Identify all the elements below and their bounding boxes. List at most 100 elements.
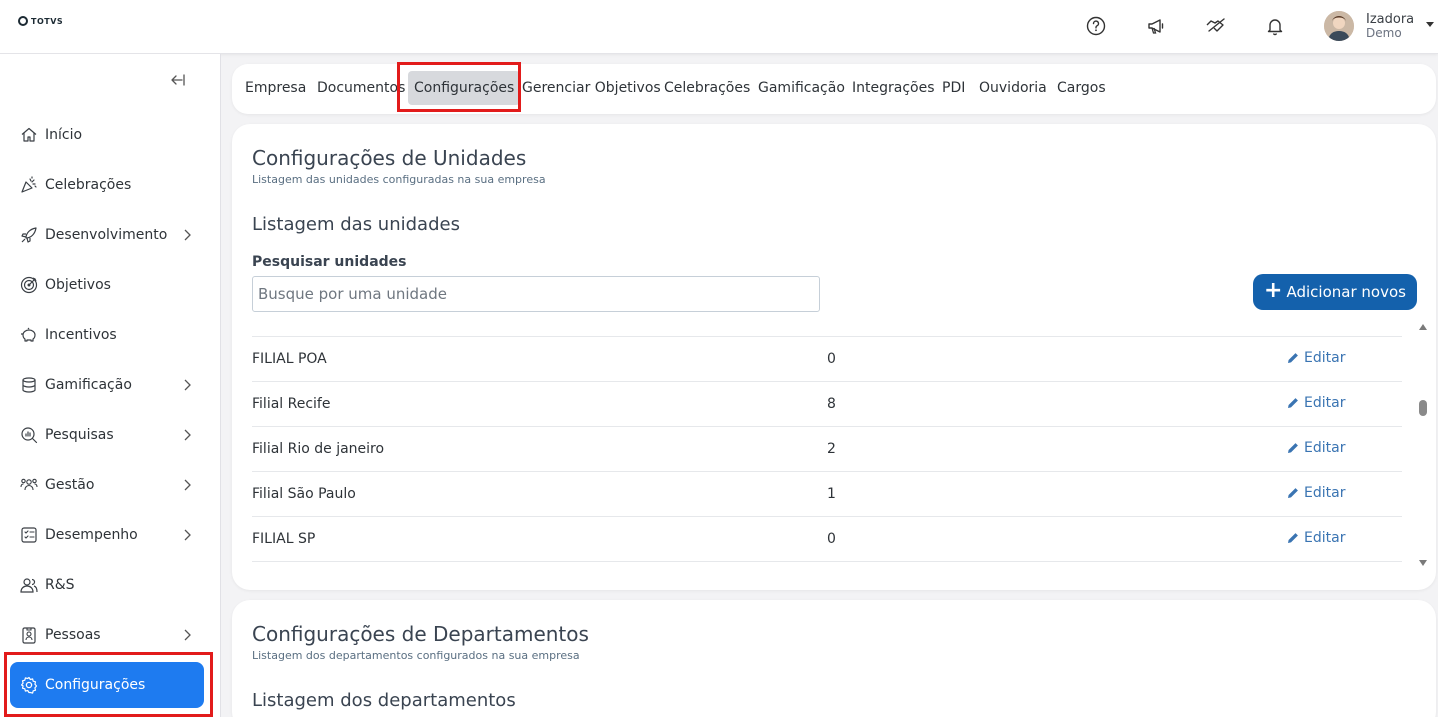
chevron-right-icon — [184, 429, 191, 441]
edit-label: Editar — [1304, 350, 1346, 366]
plus-icon: + — [1264, 278, 1283, 303]
units-table: FILIAL POA 0 Editar Filial Recife 8 Edit… — [252, 336, 1402, 562]
table-row: Filial Recife 8 Editar — [252, 382, 1402, 427]
checklist-icon — [20, 526, 38, 544]
search-chart-icon — [20, 426, 38, 444]
sidebar-item-label: Configurações — [45, 677, 146, 693]
edit-link[interactable]: Editar — [1286, 350, 1345, 366]
edit-label: Editar — [1304, 530, 1346, 546]
totvs-logo[interactable]: TOTVS — [18, 16, 63, 26]
sidebar-item-incentivos[interactable]: Incentivos — [10, 312, 204, 358]
tab-celebracoes[interactable]: Celebrações — [664, 71, 750, 105]
tab-configuracoes[interactable]: Configurações — [408, 71, 521, 105]
edit-link[interactable]: Editar — [1286, 485, 1345, 501]
edit-link[interactable]: Editar — [1286, 395, 1345, 411]
tab-empresa[interactable]: Empresa — [245, 71, 306, 105]
edit-link[interactable]: Editar — [1286, 440, 1345, 456]
unit-count: 2 — [827, 441, 836, 457]
user-role: Demo — [1366, 26, 1402, 40]
tab-gamificacao[interactable]: Gamificação — [758, 71, 845, 105]
sidebar-item-configuracoes[interactable]: Configurações — [10, 662, 204, 708]
table-scrollbar[interactable] — [1417, 324, 1429, 570]
units-card: Configurações de Unidades Listagem das u… — [232, 124, 1436, 590]
edit-label: Editar — [1304, 440, 1346, 456]
sidebar-item-objetivos[interactable]: Objetivos — [10, 262, 204, 308]
departments-card: Configurações de Departamentos Listagem … — [232, 600, 1436, 717]
sidebar-item-label: R&S — [45, 577, 75, 593]
user-menu[interactable]: Izadora Demo — [1324, 9, 1438, 43]
gear-icon — [20, 676, 38, 694]
unit-name: Filial Rio de janeiro — [252, 441, 385, 457]
scroll-down-icon[interactable] — [1419, 560, 1427, 566]
sidebar-item-rs[interactable]: R&S — [10, 562, 204, 608]
table-row: FILIAL POA 0 Editar — [252, 337, 1402, 382]
search-input[interactable] — [252, 276, 820, 312]
badge-icon — [20, 626, 38, 644]
user-name: Izadora — [1366, 12, 1415, 27]
sidebar-item-gestao[interactable]: Gestão — [10, 462, 204, 508]
tab-ouvidoria[interactable]: Ouvidoria — [979, 71, 1047, 105]
edit-link[interactable]: Editar — [1286, 530, 1345, 546]
logo-mark-icon — [18, 16, 28, 26]
megaphone-icon[interactable] — [1141, 11, 1171, 41]
table-row: Filial Rio de janeiro 2 Editar — [252, 427, 1402, 472]
tab-integracoes[interactable]: Integrações — [852, 71, 935, 105]
edit-label: Editar — [1304, 485, 1346, 501]
sidebar-item-inicio[interactable]: Início — [10, 112, 204, 158]
unit-count: 0 — [827, 531, 836, 547]
sidebar-item-celebracoes[interactable]: Celebrações — [10, 162, 204, 208]
section-title: Listagem das unidades — [252, 214, 460, 235]
add-new-button[interactable]: + Adicionar novos — [1253, 274, 1417, 310]
tab-pdi[interactable]: PDI — [942, 71, 965, 105]
sidebar-item-label: Gestão — [45, 477, 95, 493]
page-title: Configurações de Unidades — [252, 146, 527, 170]
tab-gerenciar-objetivos[interactable]: Gerenciar Objetivos — [522, 71, 661, 105]
pencil-icon — [1288, 443, 1298, 453]
unit-count: 8 — [827, 396, 836, 412]
sidebar-item-gamificacao[interactable]: Gamificação — [10, 362, 204, 408]
party-icon — [20, 176, 38, 194]
scroll-up-icon[interactable] — [1419, 324, 1427, 330]
sidebar-item-pessoas[interactable]: Pessoas — [10, 612, 204, 658]
card-subtitle: Listagem dos departamentos configurados … — [252, 649, 580, 662]
sidebar-item-label: Pessoas — [45, 627, 101, 643]
tab-cargos[interactable]: Cargos — [1057, 71, 1106, 105]
sidebar-item-label: Pesquisas — [45, 427, 114, 443]
add-button-label: Adicionar novos — [1286, 283, 1406, 301]
unit-count: 0 — [827, 351, 836, 367]
scroll-thumb[interactable] — [1419, 400, 1427, 416]
unit-name: FILIAL POA — [252, 351, 327, 367]
target-icon — [20, 276, 38, 294]
search-label: Pesquisar unidades — [252, 254, 407, 270]
unit-name: Filial São Paulo — [252, 486, 356, 502]
table-row: FILIAL SP 0 Editar — [252, 517, 1402, 562]
sidebar-item-label: Desenvolvimento — [45, 227, 168, 243]
top-bar: TOTVS Izadora Demo — [0, 0, 1438, 54]
sidebar-item-desempenho[interactable]: Desempenho — [10, 512, 204, 558]
collapse-sidebar-icon[interactable] — [170, 72, 188, 90]
tab-bar: Empresa Documentos Configurações Gerenci… — [232, 64, 1436, 114]
caret-down-icon — [1426, 22, 1434, 27]
section-heading: Configurações de Departamentos — [252, 622, 589, 646]
sidebar-item-pesquisas[interactable]: Pesquisas — [10, 412, 204, 458]
card-subtitle: Listagem das unidades configuradas na su… — [252, 173, 546, 186]
edit-label: Editar — [1304, 395, 1346, 411]
sidebar-item-desenvolvimento[interactable]: Desenvolvimento — [10, 212, 204, 258]
pencil-icon — [1288, 533, 1298, 543]
sidebar-item-label: Objetivos — [45, 277, 111, 293]
chevron-right-icon — [184, 229, 191, 241]
bell-icon[interactable] — [1260, 11, 1290, 41]
help-icon[interactable] — [1081, 11, 1111, 41]
handshake-icon[interactable] — [1201, 11, 1231, 41]
pencil-icon — [1288, 353, 1298, 363]
coins-icon — [20, 376, 38, 394]
pencil-icon — [1288, 398, 1298, 408]
logo-text: TOTVS — [31, 16, 64, 26]
chevron-right-icon — [184, 629, 191, 641]
home-icon — [20, 126, 38, 144]
sidebar-item-label: Desempenho — [45, 527, 138, 543]
sidebar-item-label: Gamificação — [45, 377, 132, 393]
sidebar-item-label: Celebrações — [45, 177, 132, 193]
tab-documentos[interactable]: Documentos — [317, 71, 405, 105]
people-icon — [20, 576, 38, 594]
